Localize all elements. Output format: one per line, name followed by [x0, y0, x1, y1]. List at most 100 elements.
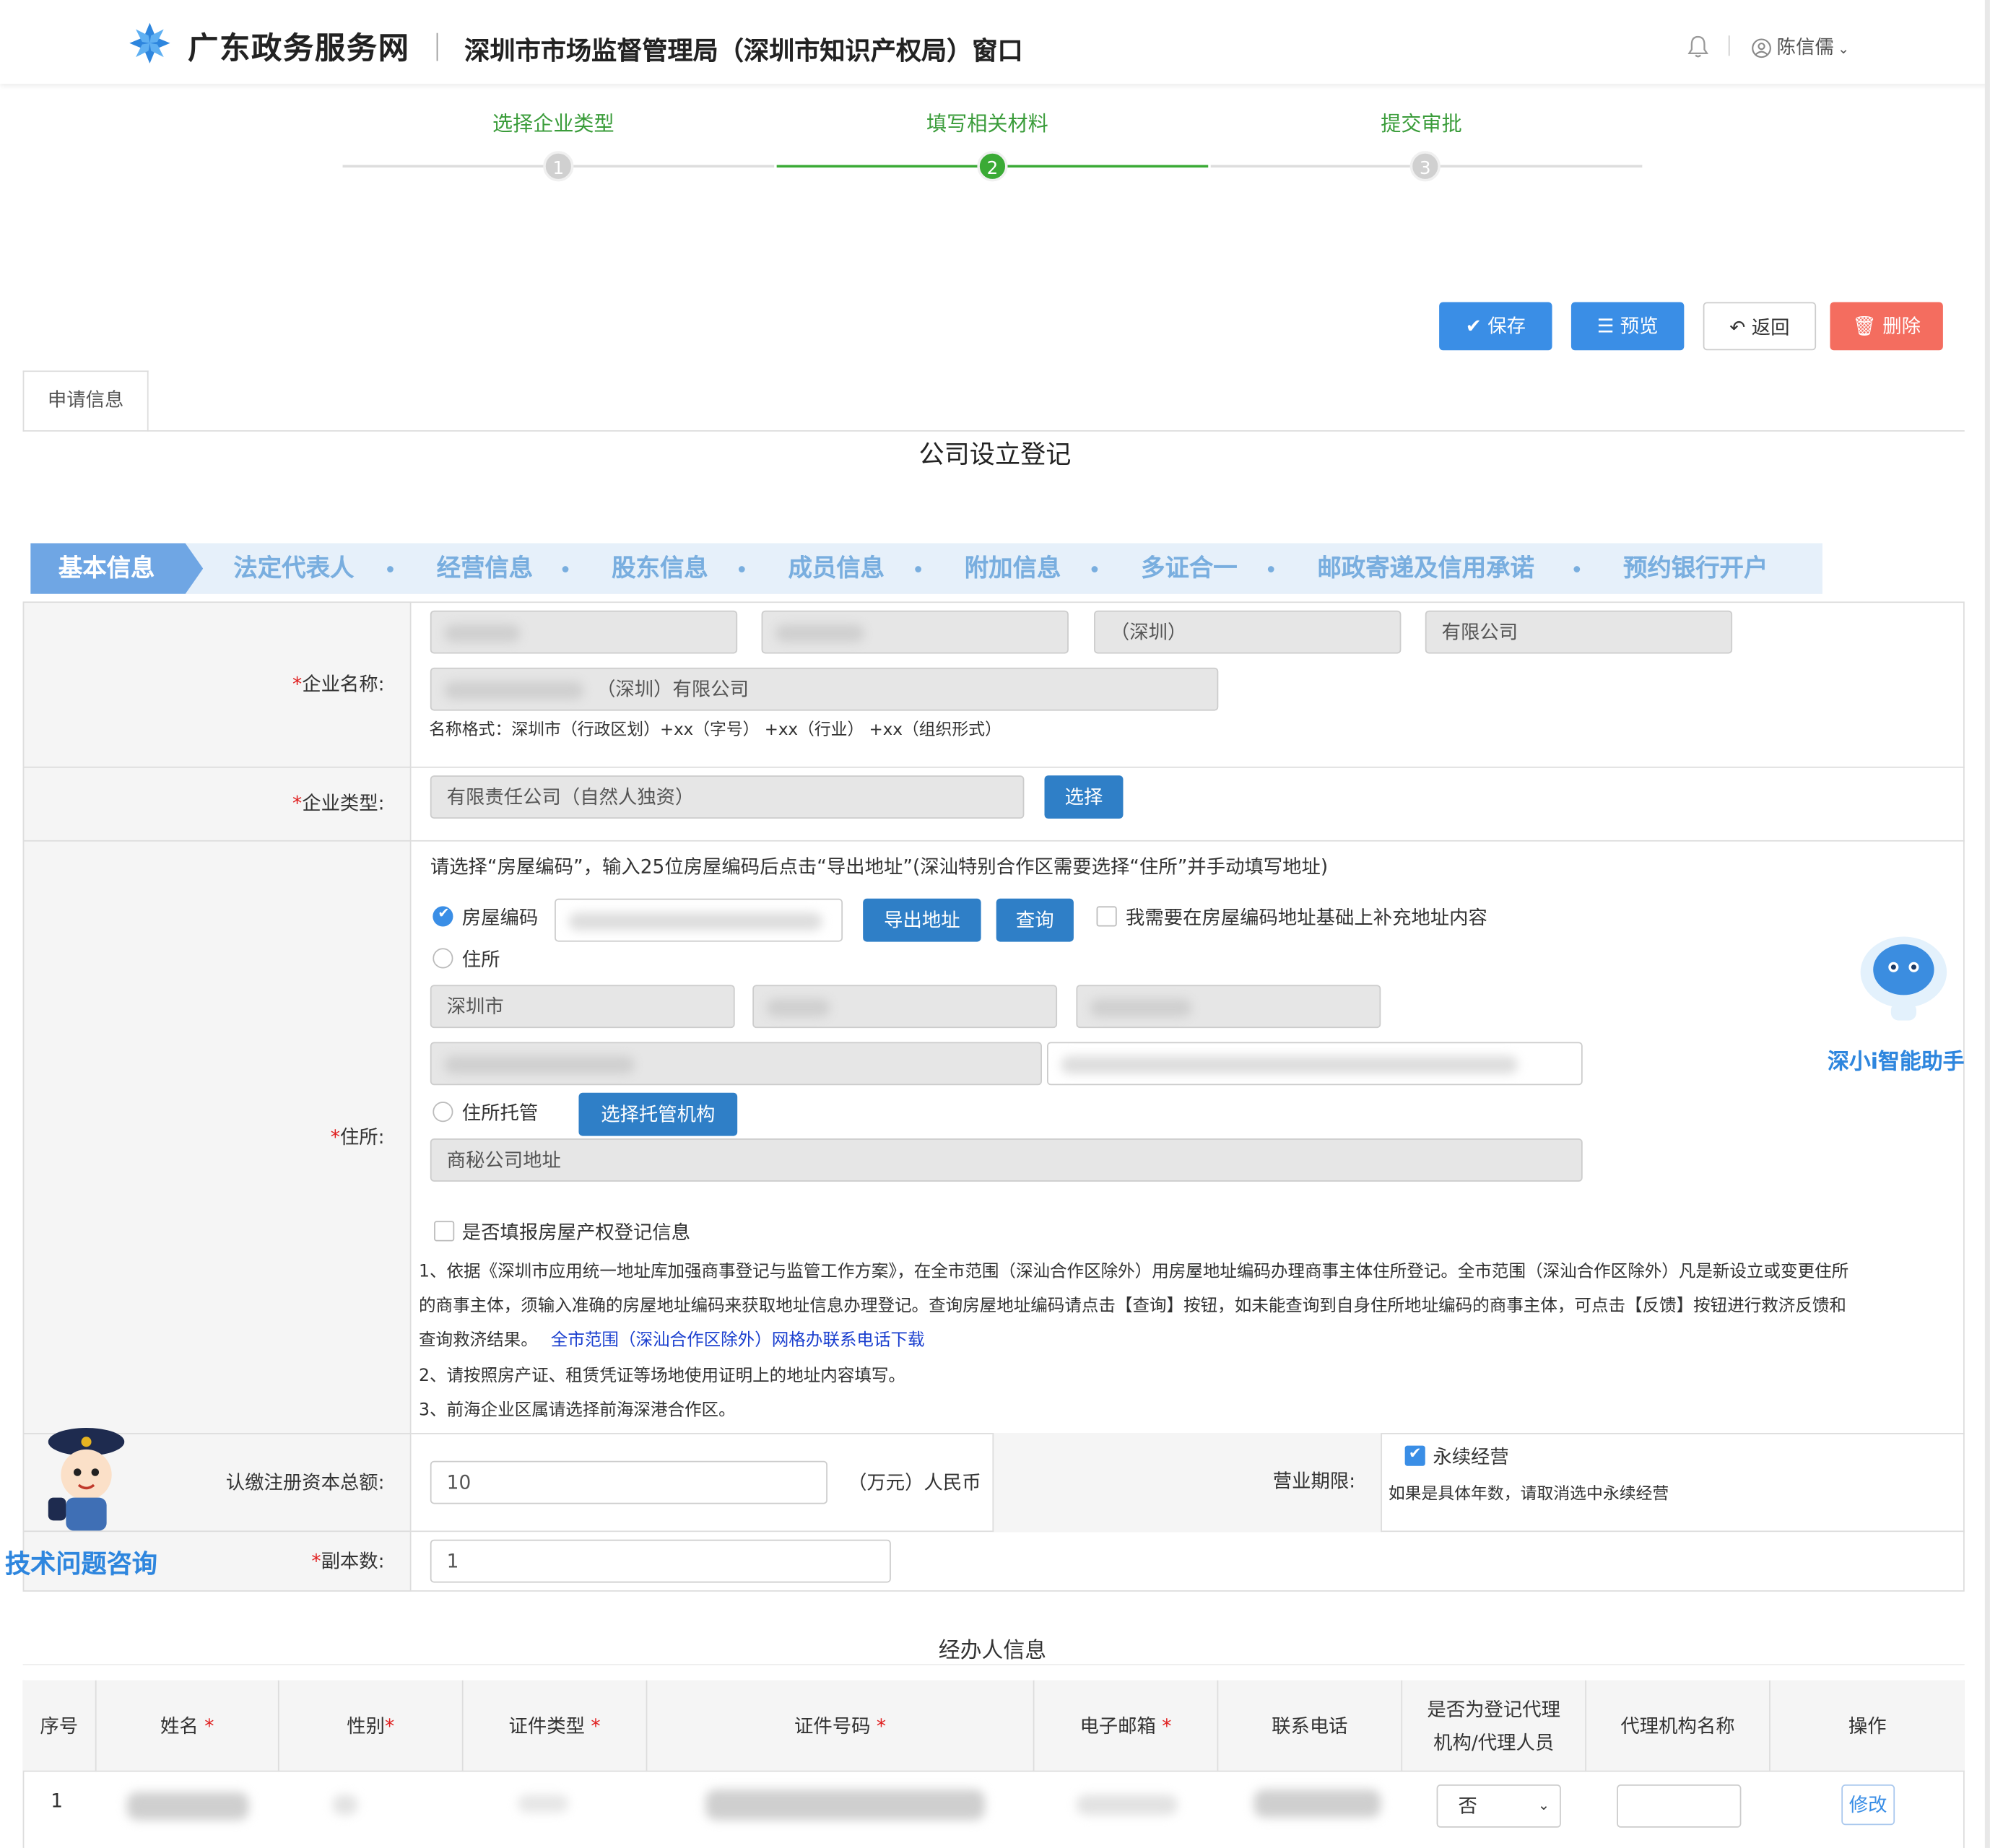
edit-button[interactable]: 修改 [1841, 1784, 1895, 1826]
redacted-email [1076, 1795, 1178, 1816]
name-part-4-input[interactable]: 有限公司 [1425, 610, 1733, 654]
property-reg-checkbox[interactable] [434, 1221, 455, 1242]
col-email: 电子邮箱 * [1034, 1680, 1219, 1772]
user-name: 陈信儒 [1776, 35, 1834, 58]
preview-button[interactable]: ☰ 预览 [1570, 302, 1685, 351]
col-phone: 联系电话 [1218, 1680, 1403, 1772]
company-name-label: *企业名称: [22, 601, 412, 768]
list-icon: ☰ [1596, 315, 1615, 338]
house-code-input[interactable] [555, 898, 843, 942]
name-part-1-input[interactable] [430, 610, 738, 654]
col-agency-name: 代理机构名称 [1586, 1680, 1770, 1772]
tech-support-label[interactable]: 技术问题咨询 [5, 1543, 157, 1580]
export-address-button[interactable]: 导出地址 [863, 898, 981, 942]
chevron-down-icon: ⌄ [1838, 40, 1850, 58]
nav-member-info[interactable]: 成员信息 [788, 544, 885, 594]
nav-dot [1267, 566, 1274, 572]
page-scrollbar[interactable] [1984, 0, 1990, 1848]
residence-radio[interactable] [433, 948, 453, 969]
grid-office-phone-link[interactable]: 全市范围（深汕合作区除外）网格办联系电话下载 [551, 1325, 925, 1350]
nav-additional-info[interactable]: 附加信息 [965, 544, 1061, 594]
chevron-down-icon: ⌄ [1537, 1797, 1550, 1814]
copies-input[interactable]: 1 [430, 1539, 891, 1583]
city-input[interactable]: 深圳市 [430, 985, 735, 1029]
nav-legal-rep[interactable]: 法定代表人 [233, 544, 354, 594]
perpetual-label: 永续经营 [1433, 1445, 1509, 1469]
nav-postal-credit[interactable]: 邮政寄递及信用承诺 [1317, 544, 1534, 594]
address-notice: 请选择“房屋编码”，输入25位房屋编码后点击“导出地址”(深汕特别合作区需要选择… [430, 855, 1329, 879]
address-note-1b: 的商事主体，须输入准确的房屋地址编码来获取地址信息办理登记。查询房屋地址编码请点… [419, 1296, 1846, 1317]
address-detail-input[interactable] [430, 1042, 1042, 1086]
term-hint: 如果是具体年数，请取消选中永续经营 [1388, 1485, 1669, 1504]
col-index: 序号 [23, 1680, 97, 1772]
nav-business-info[interactable]: 经营信息 [437, 544, 534, 594]
page-title: 公司设立登记 [918, 439, 1072, 470]
agency-name-input[interactable] [1617, 1784, 1742, 1828]
perpetual-checkbox[interactable]: ✔ [1404, 1444, 1425, 1466]
col-actions: 操作 [1848, 1714, 1887, 1738]
user-icon [1752, 38, 1771, 58]
tab-application-info[interactable]: 申请信息 [22, 370, 149, 432]
trust-radio[interactable] [433, 1102, 453, 1123]
robot-assistant-icon[interactable] [1856, 932, 1952, 1024]
police-mascot-icon[interactable] [43, 1424, 130, 1538]
back-button[interactable]: ↶ 返回 [1703, 302, 1817, 351]
capital-input[interactable]: 10 [430, 1460, 827, 1504]
step-1-label: 选择企业类型 [492, 111, 614, 136]
nav-shareholder-info[interactable]: 股东信息 [612, 544, 708, 594]
house-code-label: 房屋编码 [461, 906, 539, 930]
reply-icon: ↶ [1729, 315, 1746, 339]
delete-button[interactable]: 🗑 删除 [1830, 302, 1943, 351]
is-agent-select[interactable]: 否 ⌄ [1436, 1784, 1561, 1828]
name-full-input[interactable]: （深圳）有限公司 [430, 667, 1219, 711]
street-input[interactable] [1076, 985, 1381, 1029]
nav-dot [562, 566, 569, 572]
delete-label: 删除 [1882, 315, 1921, 338]
property-reg-label: 是否填报房屋产权登记信息 [461, 1221, 691, 1245]
nav-basic-info[interactable]: 基本信息 [30, 543, 204, 594]
trust-label: 住所托管 [461, 1102, 539, 1125]
company-type-input[interactable]: 有限责任公司（自然人独资） [430, 775, 1025, 819]
redacted-id-type [518, 1795, 569, 1813]
user-menu[interactable]: 陈信儒 ⌄ [1777, 33, 1850, 60]
col-id-number: 证件号码 * [647, 1680, 1035, 1772]
select-type-button[interactable]: 选择 [1044, 775, 1124, 819]
trust-address-input[interactable]: 商秘公司地址 [430, 1138, 1583, 1182]
redacted-id-number [705, 1790, 985, 1821]
top-header: 广东政务服务网 深圳市市场监督管理局（深圳市知识产权局）窗口 陈信儒 ⌄ [0, 0, 1990, 84]
address-label: *住所: [22, 840, 412, 1434]
site-name[interactable]: 广东政务服务网 [188, 23, 410, 68]
query-button[interactable]: 查询 [996, 898, 1074, 942]
redacted-gender [332, 1795, 358, 1816]
house-code-radio[interactable]: ✔ [433, 905, 453, 927]
redacted-name [126, 1792, 249, 1821]
supplement-checkbox[interactable] [1096, 906, 1117, 927]
row-divider [411, 840, 1965, 842]
address-note-1c: 查询救济结果。 [419, 1331, 538, 1351]
nav-bank-account[interactable]: 预约银行开户 [1623, 544, 1768, 594]
back-label: 返回 [1751, 315, 1790, 339]
redacted-phone [1253, 1790, 1381, 1818]
col-id-type: 证件类型 * [464, 1680, 648, 1772]
address-supplement-input[interactable] [1047, 1042, 1583, 1086]
step-3-label: 提交审批 [1381, 111, 1462, 136]
assistant-label[interactable]: 深小i智能助手 [1828, 1043, 1965, 1075]
window-title: 深圳市市场监督管理局（深圳市知识产权局）窗口 [464, 35, 1023, 66]
name-full-value: （深圳）有限公司 [596, 677, 749, 701]
residence-label: 住所 [461, 948, 500, 972]
supplement-label: 我需要在房屋编码地址基础上补充地址内容 [1125, 906, 1487, 930]
nav-multi-cert[interactable]: 多证合一 [1141, 544, 1238, 594]
nav-dot [1091, 566, 1098, 572]
select-trust-agency-button[interactable]: 选择托管机构 [578, 1092, 738, 1136]
name-part-3-input[interactable]: （深圳） [1094, 610, 1402, 654]
tab-underline [22, 430, 1965, 432]
header-divider-2 [1728, 35, 1730, 56]
is-agent-value: 否 [1458, 1795, 1477, 1818]
name-part-2-input[interactable] [761, 610, 1069, 654]
site-logo-icon [129, 22, 170, 64]
capital-unit: （万元）人民币 [848, 1470, 981, 1494]
bell-icon[interactable] [1687, 35, 1708, 58]
save-button[interactable]: ✔ 保存 [1439, 302, 1552, 351]
district-input[interactable] [752, 985, 1058, 1029]
save-label: 保存 [1487, 315, 1526, 338]
